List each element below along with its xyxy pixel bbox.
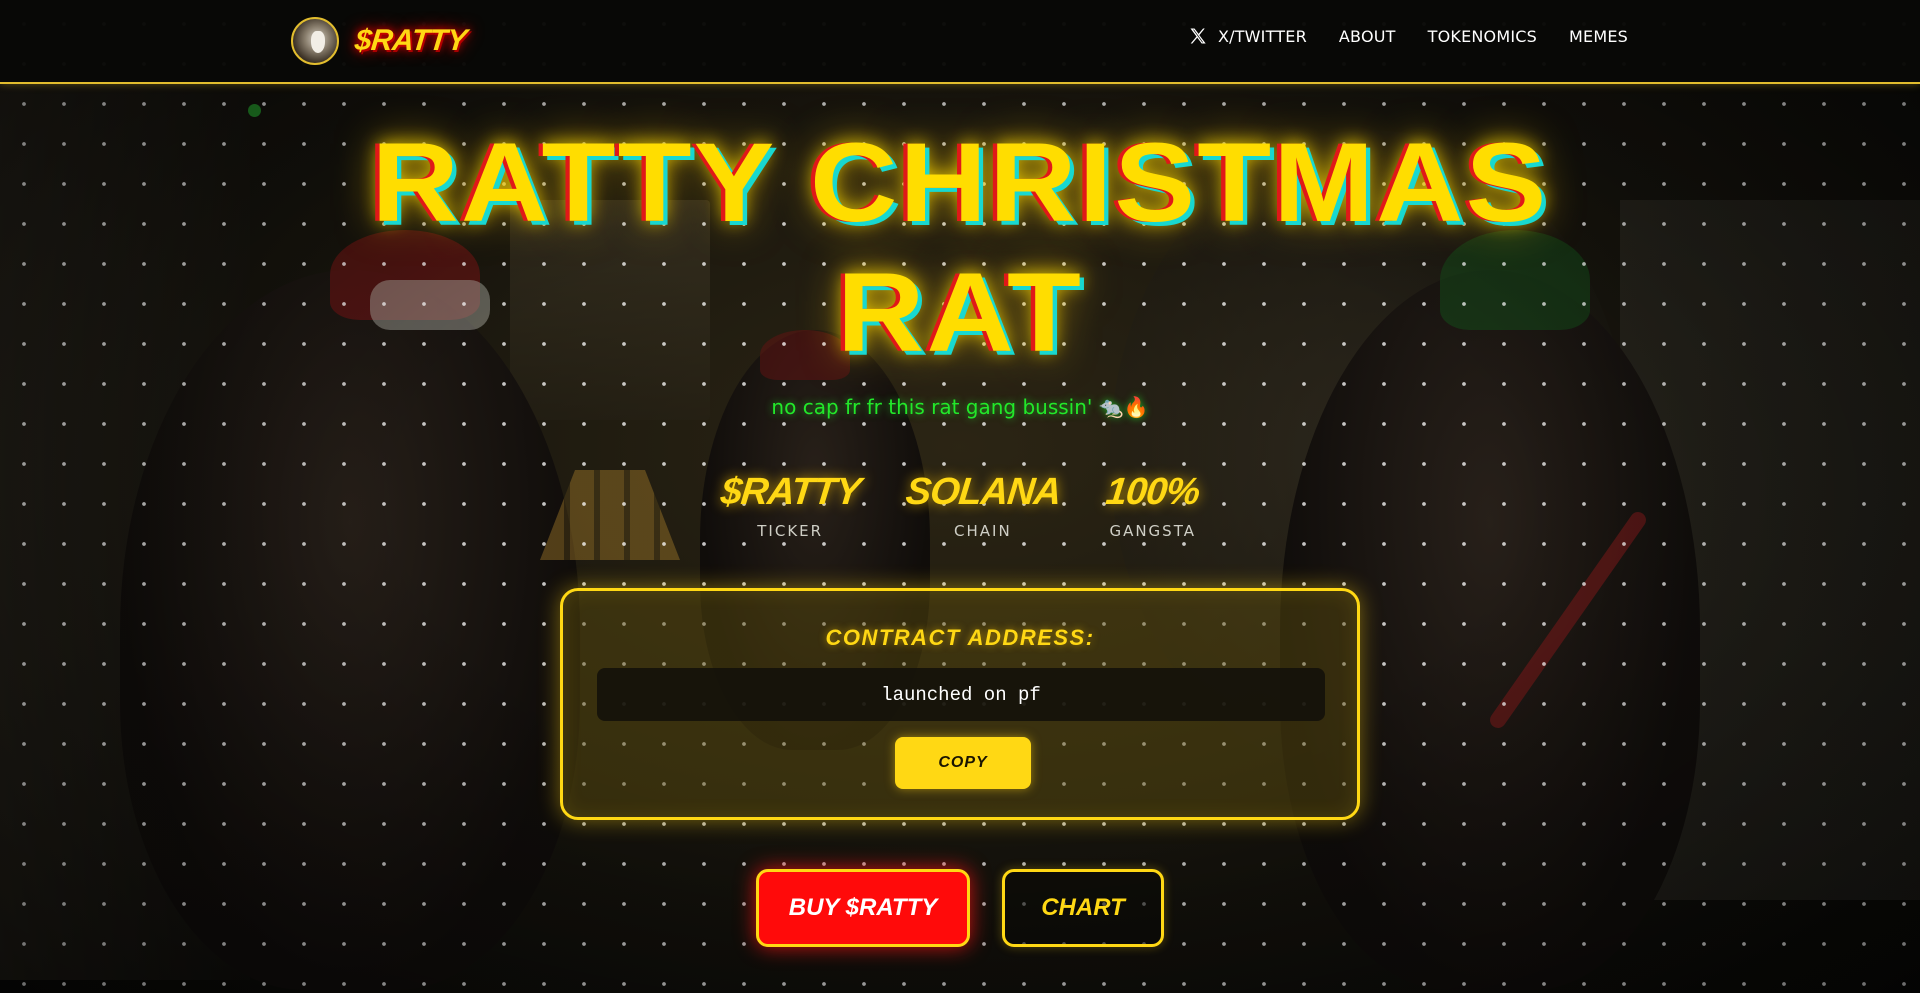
contract-address-value[interactable]: launched on pf: [597, 668, 1325, 721]
stat-ticker: $RATTY TICKER: [718, 468, 862, 540]
page: $RATTY X/TWITTER ABOUT TOKENOMICS MEMES …: [0, 0, 1920, 993]
main-nav: X/TWITTER ABOUT TOKENOMICS MEMES: [1188, 26, 1628, 46]
stat-chain-label: CHAIN: [954, 522, 1012, 540]
stat-gangsta-value: 100%: [1103, 471, 1202, 513]
buy-ratty-button[interactable]: BUY $RATTY: [756, 869, 970, 947]
stat-chain: SOLANA CHAIN: [903, 468, 1063, 540]
stat-chain-value: SOLANA: [903, 471, 1063, 513]
nav-link-tokenomics[interactable]: TOKENOMICS: [1428, 27, 1537, 46]
brand-name: $RATTY: [353, 24, 469, 57]
stat-gangsta-label: GANGSTA: [1109, 522, 1196, 540]
stat-ticker-label: TICKER: [757, 522, 824, 540]
stat-ticker-value: $RATTY: [718, 471, 862, 513]
hero-title-line-2: RAT: [836, 250, 1084, 375]
nav-label-twitter: X/TWITTER: [1217, 26, 1307, 46]
nav-link-memes[interactable]: MEMES: [1569, 27, 1628, 46]
token-stats: $RATTY TICKER SOLANA CHAIN 100% GANGSTA: [0, 468, 1920, 540]
site-header: $RATTY X/TWITTER ABOUT TOKENOMICS MEMES: [0, 0, 1920, 84]
background-crowbar: [1486, 508, 1650, 732]
contract-address-label: CONTRACT ADDRESS:: [825, 625, 1095, 650]
x-logo-icon: [1190, 28, 1206, 44]
chart-button[interactable]: CHART: [1002, 869, 1164, 947]
contract-address-card: CONTRACT ADDRESS: launched on pf COPY: [560, 588, 1360, 820]
hero-title: RATTY CHRISTMAS RAT: [0, 118, 1920, 378]
stat-gangsta: 100% GANGSTA: [1103, 468, 1202, 540]
nav-link-about[interactable]: ABOUT: [1339, 27, 1396, 46]
nav-link-twitter[interactable]: X/TWITTER: [1188, 26, 1307, 46]
green-indicator-dot: [248, 104, 261, 117]
copy-button[interactable]: COPY: [895, 737, 1031, 789]
background-rat-left: [120, 270, 580, 990]
hero-tagline: no cap fr fr this rat gang bussin' 🐀🔥: [771, 395, 1149, 419]
hero-title-line-1: RATTY CHRISTMAS: [371, 120, 1549, 245]
rat-avatar-logo: [291, 17, 339, 65]
brand[interactable]: $RATTY: [291, 15, 469, 67]
